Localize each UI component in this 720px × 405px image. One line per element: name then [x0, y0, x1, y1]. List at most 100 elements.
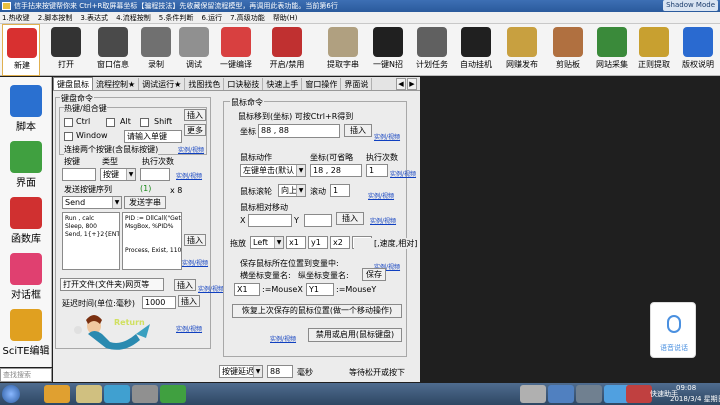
- delay-input[interactable]: 1000: [142, 296, 176, 309]
- sidebar-item-1[interactable]: 界面: [2, 137, 50, 189]
- toolbar-batman-button[interactable]: 一键N招: [366, 24, 410, 76]
- key-delay-select[interactable]: 按键延迟 ▼: [219, 365, 263, 378]
- tab-1[interactable]: 流程控制★: [93, 78, 140, 90]
- tray-app-icon-3[interactable]: [576, 385, 602, 403]
- relative-insert-button[interactable]: 插入: [336, 212, 364, 225]
- toolbar-clipboard-button[interactable]: 剪贴板: [546, 24, 590, 76]
- script-textarea-right[interactable]: PID := DllCall("GetCurrentPro MsgBox, %P…: [122, 212, 182, 270]
- tab-3[interactable]: 找图找色: [185, 78, 225, 90]
- save-y-input[interactable]: Y1: [306, 283, 334, 296]
- android-taskbar-icon[interactable]: [160, 385, 186, 403]
- relative-x-input[interactable]: [248, 214, 292, 227]
- toolbar-money-bag-button[interactable]: 网赚发布: [500, 24, 544, 76]
- toolbar-window-info-button[interactable]: 窗口信息: [90, 24, 136, 76]
- delay-insert-button[interactable]: 插入: [178, 295, 200, 307]
- explorer-taskbar-icon[interactable]: [44, 385, 70, 403]
- toolbar-new-file-button[interactable]: 新建: [2, 24, 40, 76]
- hotkey-insert-button[interactable]: 插入: [184, 109, 206, 121]
- start-button-icon[interactable]: [2, 385, 20, 403]
- tab-5[interactable]: 快速上手: [263, 78, 303, 90]
- tray-app-icon-1[interactable]: [520, 385, 546, 403]
- send-insert-button[interactable]: 插入: [184, 234, 206, 246]
- toolbar-mickey-button[interactable]: 网站采集: [590, 24, 634, 76]
- window-checkbox[interactable]: [64, 132, 73, 141]
- connect-example-link[interactable]: 实例/视频: [176, 171, 202, 180]
- menu-item-0[interactable]: 1.热收键: [2, 14, 30, 22]
- open-example-link[interactable]: 实例/视频: [198, 284, 224, 293]
- single-key-input[interactable]: 请输入单键: [124, 130, 182, 143]
- connect-key-input[interactable]: [62, 168, 96, 181]
- menu-item-4[interactable]: 5.条件判断: [159, 14, 194, 22]
- send-type-select[interactable]: Send ▼: [62, 196, 122, 209]
- sidebar-item-0[interactable]: 脚本: [2, 81, 50, 133]
- move-example-link[interactable]: 实例/视频: [374, 132, 400, 141]
- more-button[interactable]: 更多: [184, 124, 206, 136]
- tray-app-icon-2[interactable]: [548, 385, 574, 403]
- toggle-input-button[interactable]: 禁用或启用(鼠标键盘): [308, 328, 402, 342]
- toolbar-paint-bucket-button[interactable]: 一键编译: [214, 24, 258, 76]
- toolbar-gear-button[interactable]: 调试: [176, 24, 212, 76]
- script-textarea-left[interactable]: Run , calc Sleep, 800 Send, 1{+}2{ENTER: [62, 212, 120, 270]
- tab-6[interactable]: 窗口操作: [302, 78, 342, 90]
- menu-item-2[interactable]: 3.表达式: [80, 14, 108, 22]
- sidebar-item-4[interactable]: SciTE编辑: [2, 305, 50, 357]
- browser-taskbar-icon[interactable]: [104, 385, 130, 403]
- tray-app-icon-5[interactable]: [626, 385, 652, 403]
- save-position-button[interactable]: 保存: [362, 268, 386, 281]
- menu-item-6[interactable]: 7.高级功能: [230, 14, 265, 22]
- ctrl-checkbox[interactable]: [64, 118, 73, 127]
- relative-example-link[interactable]: 实例/视频: [370, 216, 396, 225]
- shift-checkbox[interactable]: [140, 118, 149, 127]
- folder-taskbar-icon[interactable]: [76, 385, 102, 403]
- voice-assistant-widget[interactable]: 语音说话: [650, 302, 696, 358]
- menu-item-7[interactable]: 帮助(H): [273, 14, 298, 22]
- toolbar-pen-button[interactable]: 提取字串: [320, 24, 366, 76]
- toolbar-pirate-button[interactable]: 自动挂机: [454, 24, 498, 76]
- drag-y1-input[interactable]: y1: [308, 236, 328, 249]
- shadow-mode-badge[interactable]: Shadow Mode: [663, 0, 718, 11]
- key-delay-input[interactable]: 88: [267, 365, 293, 378]
- restore-position-button[interactable]: 恢复上次保存的鼠标位置(做一个移动操作): [232, 304, 402, 318]
- app-taskbar-icon[interactable]: [132, 385, 158, 403]
- connect-times-input[interactable]: [140, 168, 170, 181]
- menu-item-3[interactable]: 4.流程按制: [116, 14, 151, 22]
- search-input[interactable]: 查找搜索: [0, 368, 52, 382]
- save-x-input[interactable]: X1: [234, 283, 260, 296]
- menu-item-5[interactable]: 6.运行: [201, 14, 222, 22]
- coord-input[interactable]: 88 , 88: [258, 124, 340, 138]
- relative-y-input[interactable]: [304, 214, 332, 227]
- send-example-link[interactable]: 实例/视频: [182, 258, 208, 267]
- open-file-input[interactable]: 打开文件(文件夹)网页等: [60, 278, 164, 291]
- open-insert-button[interactable]: 插入: [174, 279, 196, 291]
- sidebar-item-2[interactable]: 函数库: [2, 193, 50, 245]
- toolbar-open-book-button[interactable]: 打开: [45, 24, 87, 76]
- action-select[interactable]: 左键单击(默认 ▼: [240, 164, 306, 177]
- hotkey-example-link[interactable]: 实例/视频: [178, 145, 204, 154]
- toolbar-notebook-button[interactable]: 正则提取: [632, 24, 676, 76]
- tab-0[interactable]: 键盘鼠标: [53, 77, 93, 90]
- tab-7[interactable]: 界面说: [341, 78, 373, 90]
- action-example-link[interactable]: 实例/视频: [390, 169, 416, 178]
- drag-button-select[interactable]: Left ▼: [250, 236, 284, 249]
- wheel-example-link[interactable]: 实例/视频: [368, 191, 394, 200]
- wheel-count-input[interactable]: 1: [330, 184, 350, 197]
- wheel-direction-select[interactable]: 向上 ▼: [278, 184, 306, 197]
- send-string-button[interactable]: 发送字串: [124, 196, 166, 209]
- alt-checkbox[interactable]: [106, 118, 115, 127]
- toggle-example-link[interactable]: 实例/视频: [270, 334, 296, 343]
- menu-item-1[interactable]: 2.脚本按制: [38, 14, 73, 22]
- tab-2[interactable]: 调试运行★: [139, 78, 186, 90]
- connect-type-select[interactable]: 按键 ▼: [100, 168, 136, 181]
- toolbar-webcam-button[interactable]: 录制: [138, 24, 174, 76]
- toolbar-accessibility-button[interactable]: 版权说明: [676, 24, 720, 76]
- tab-4[interactable]: 口诀秘技: [224, 78, 264, 90]
- action-coord-input[interactable]: 18 , 28: [310, 164, 362, 177]
- delay-example-link[interactable]: 实例/视频: [176, 324, 202, 333]
- drag-x1-input[interactable]: x1: [286, 236, 306, 249]
- drag-x2-input[interactable]: x2: [330, 236, 350, 249]
- tab-scroll-left[interactable]: ◀: [396, 78, 406, 90]
- sidebar-item-3[interactable]: 对话框: [2, 249, 50, 301]
- toolbar-toggle-switch-button[interactable]: 开启/禁用: [264, 24, 310, 76]
- tab-scroll-right[interactable]: ▶: [407, 78, 417, 90]
- toolbar-clock-button[interactable]: 计划任务: [410, 24, 454, 76]
